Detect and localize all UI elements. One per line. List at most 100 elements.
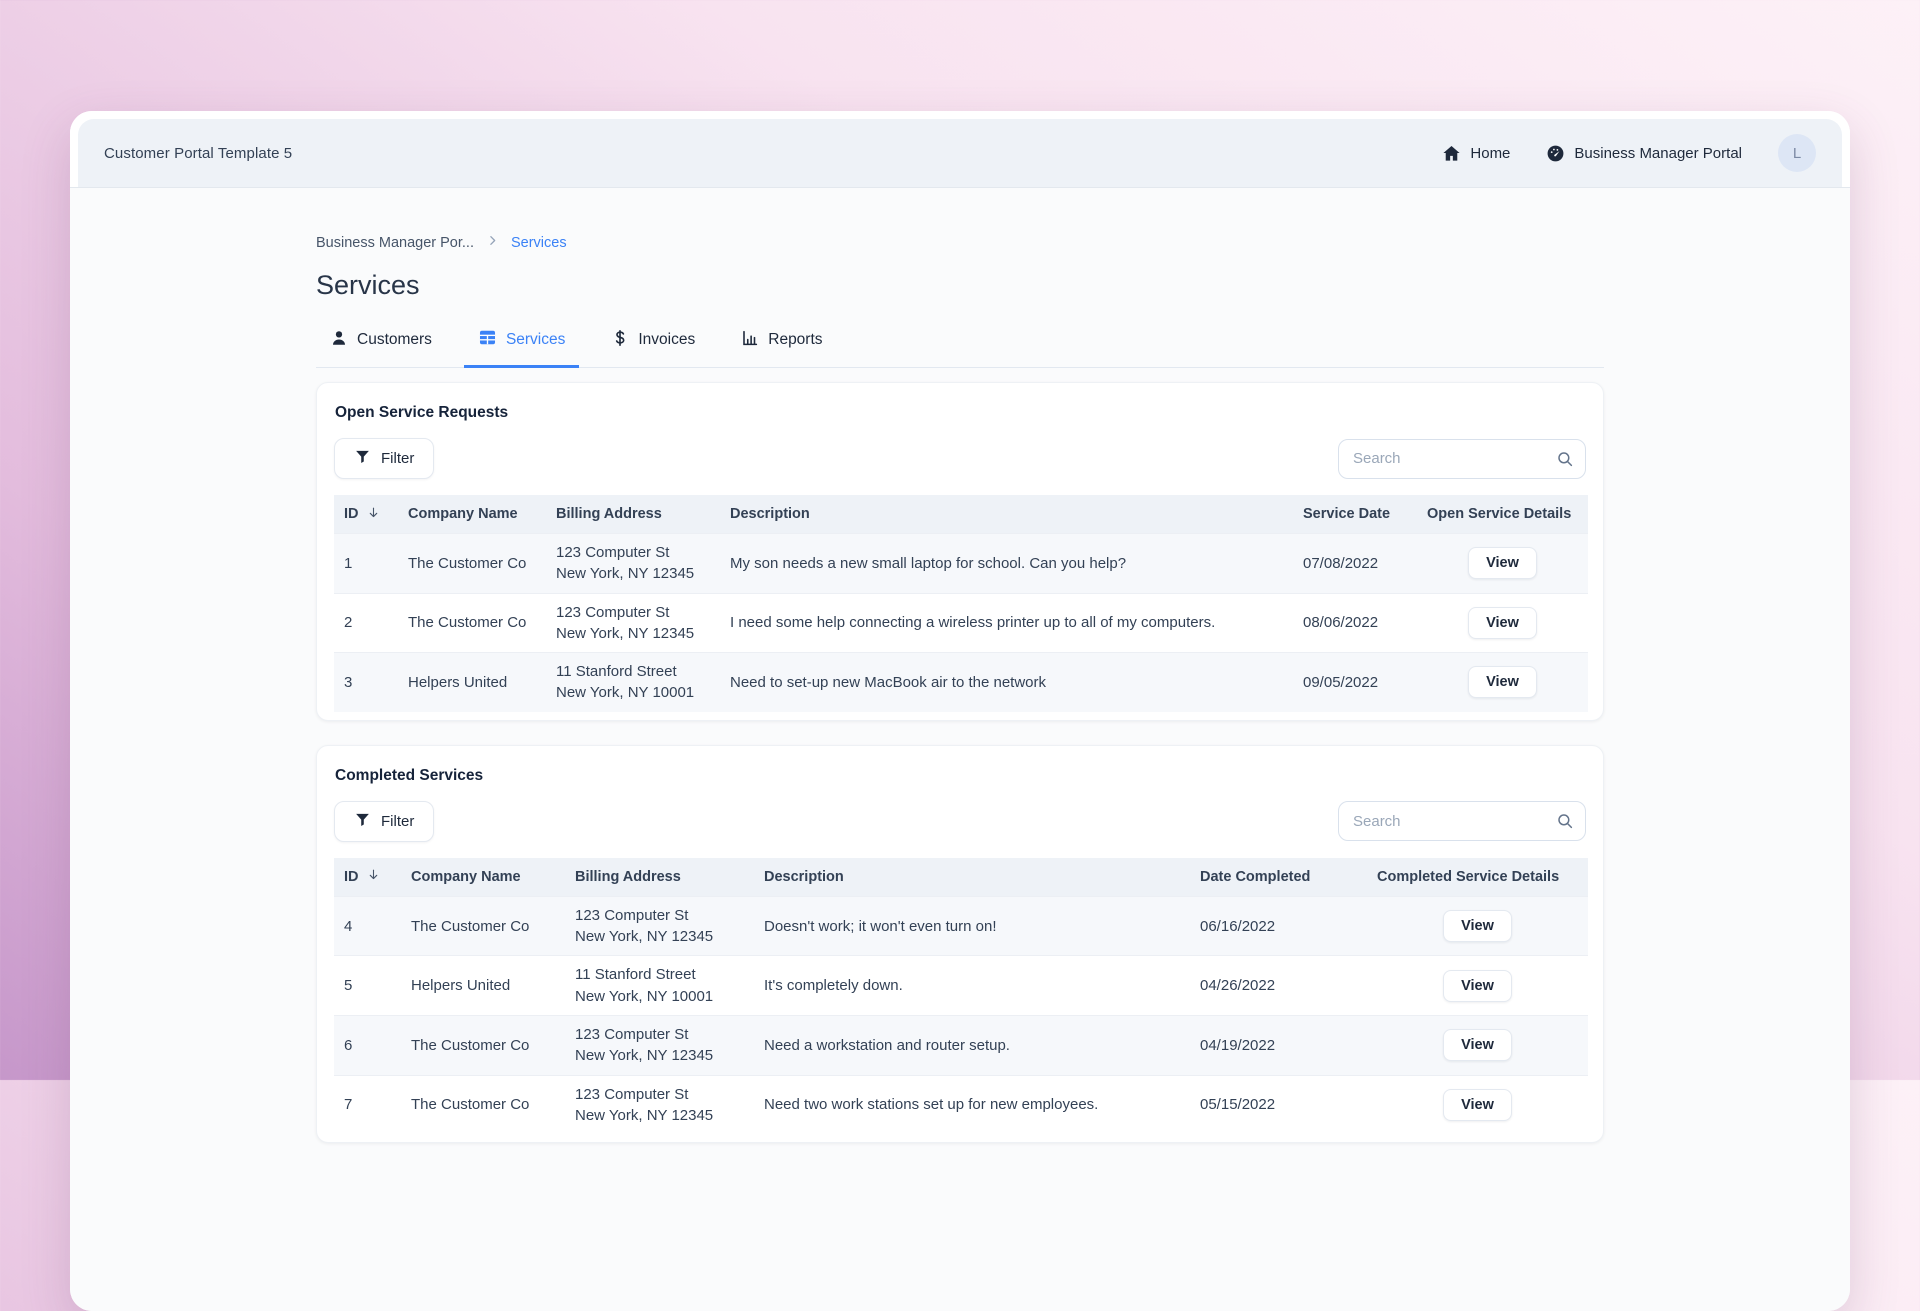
filter-funnel-icon <box>354 448 371 469</box>
open-requests-filter-button[interactable]: Filter <box>334 438 434 479</box>
table-row: 1 The Customer Co 123 Computer St New Yo… <box>334 533 1588 593</box>
row-id: 3 <box>334 666 398 699</box>
col-description: Description <box>754 861 1190 893</box>
row-billing-address: 123 Computer St New York, NY 12345 <box>546 594 720 653</box>
view-button[interactable]: View <box>1443 1089 1512 1121</box>
table-row: 2 The Customer Co 123 Computer St New Yo… <box>334 593 1588 653</box>
tab-invoices-label: Invoices <box>638 331 695 349</box>
tab-invoices[interactable]: Invoices <box>597 328 709 368</box>
open-requests-table-header: ID Company Name Billing Address Descript… <box>334 495 1588 533</box>
search-icon <box>1556 450 1574 473</box>
col-company-name: Company Name <box>401 861 565 893</box>
view-button[interactable]: View <box>1468 607 1537 639</box>
sort-descending-icon[interactable] <box>367 868 380 885</box>
col-billing-address: Billing Address <box>565 861 754 893</box>
tab-customers-label: Customers <box>357 331 432 349</box>
open-requests-search-input[interactable] <box>1338 439 1586 479</box>
tab-services-label: Services <box>506 331 565 349</box>
row-service-date: 08/06/2022 <box>1293 606 1417 639</box>
col-completed-service-details: Completed Service Details <box>1367 861 1588 893</box>
breadcrumb: Business Manager Por... Services <box>316 234 1604 251</box>
gauge-icon <box>1546 144 1565 163</box>
row-company: The Customer Co <box>398 547 546 580</box>
app-title: Customer Portal Template 5 <box>104 145 292 162</box>
completed-services-card: Completed Services Filter <box>316 745 1604 1143</box>
view-button[interactable]: View <box>1468 547 1537 579</box>
completed-services-filter-button[interactable]: Filter <box>334 801 434 842</box>
view-button[interactable]: View <box>1443 910 1512 942</box>
table-icon <box>478 328 497 352</box>
completed-services-table: ID Company Name Billing Address Descript… <box>334 858 1588 1134</box>
row-id: 2 <box>334 606 398 639</box>
completed-services-search-input[interactable] <box>1338 801 1586 841</box>
nav-bmp-label: Business Manager Portal <box>1574 145 1742 162</box>
app-window: Customer Portal Template 5 Home Business… <box>70 111 1850 1311</box>
open-service-requests-card: Open Service Requests Filter <box>316 382 1604 721</box>
header-nav: Home Business Manager Portal L <box>1442 134 1816 172</box>
user-icon <box>330 329 348 352</box>
table-row: 4 The Customer Co 123 Computer St New Yo… <box>334 896 1588 956</box>
col-date-completed: Date Completed <box>1190 861 1367 893</box>
page-content: Business Manager Por... Services Service… <box>70 188 1850 1311</box>
page-title: Services <box>316 270 1604 301</box>
filter-funnel-icon <box>354 811 371 832</box>
view-button[interactable]: View <box>1443 1029 1512 1061</box>
tab-reports-label: Reports <box>768 331 822 349</box>
nav-business-manager-portal[interactable]: Business Manager Portal <box>1546 144 1742 163</box>
breadcrumb-current[interactable]: Services <box>511 235 567 251</box>
dollar-icon <box>611 329 629 352</box>
user-avatar[interactable]: L <box>1778 134 1816 172</box>
row-company: Helpers United <box>401 969 565 1002</box>
completed-services-filter-label: Filter <box>381 813 414 830</box>
row-company: The Customer Co <box>401 1029 565 1062</box>
sort-descending-icon[interactable] <box>367 506 380 523</box>
row-id: 7 <box>334 1088 401 1121</box>
view-button[interactable]: View <box>1468 666 1537 698</box>
col-service-date: Service Date <box>1293 498 1417 530</box>
tab-reports[interactable]: Reports <box>727 328 836 368</box>
col-billing-address: Billing Address <box>546 498 720 530</box>
breadcrumb-parent[interactable]: Business Manager Por... <box>316 235 474 251</box>
row-billing-address: 11 Stanford Street New York, NY 10001 <box>565 956 754 1015</box>
row-company: Helpers United <box>398 666 546 699</box>
completed-services-table-header: ID Company Name Billing Address Descript… <box>334 858 1588 896</box>
row-service-date: 09/05/2022 <box>1293 666 1417 699</box>
row-company: The Customer Co <box>398 606 546 639</box>
col-description: Description <box>720 498 1293 530</box>
table-row: 3 Helpers United 11 Stanford Street New … <box>334 652 1588 712</box>
view-button[interactable]: View <box>1443 970 1512 1002</box>
tab-bar: Customers Services Invoices <box>316 328 1604 368</box>
row-company: The Customer Co <box>401 910 565 943</box>
row-id: 4 <box>334 910 401 943</box>
completed-services-search <box>1338 801 1586 841</box>
open-requests-search <box>1338 439 1586 479</box>
search-icon <box>1556 812 1574 835</box>
row-id: 5 <box>334 969 401 1002</box>
row-company: The Customer Co <box>401 1088 565 1121</box>
bar-chart-icon <box>741 329 759 352</box>
open-requests-table: ID Company Name Billing Address Descript… <box>334 495 1588 712</box>
nav-home-label: Home <box>1470 145 1510 162</box>
table-row: 5 Helpers United 11 Stanford Street New … <box>334 955 1588 1015</box>
open-requests-title: Open Service Requests <box>334 404 1586 422</box>
nav-home[interactable]: Home <box>1442 144 1510 163</box>
tab-services[interactable]: Services <box>464 328 579 368</box>
home-icon <box>1442 144 1461 163</box>
row-description: Need two work stations set up for new em… <box>754 1088 1190 1121</box>
row-description: I need some help connecting a wireless p… <box>720 606 1293 639</box>
table-row: 7 The Customer Co 123 Computer St New Yo… <box>334 1075 1588 1135</box>
col-company-name: Company Name <box>398 498 546 530</box>
app-header: Customer Portal Template 5 Home Business… <box>78 119 1842 187</box>
row-description: It's completely down. <box>754 969 1190 1002</box>
completed-services-title: Completed Services <box>334 767 1586 785</box>
row-billing-address: 123 Computer St New York, NY 12345 <box>565 1016 754 1075</box>
open-requests-filter-label: Filter <box>381 450 414 467</box>
row-description: Need a workstation and router setup. <box>754 1029 1190 1062</box>
row-date-completed: 04/19/2022 <box>1190 1029 1367 1062</box>
tab-customers[interactable]: Customers <box>316 328 446 368</box>
row-date-completed: 05/15/2022 <box>1190 1088 1367 1121</box>
row-id: 1 <box>334 547 398 580</box>
col-id: ID <box>344 506 359 522</box>
row-date-completed: 06/16/2022 <box>1190 910 1367 943</box>
chevron-right-icon <box>486 234 499 251</box>
